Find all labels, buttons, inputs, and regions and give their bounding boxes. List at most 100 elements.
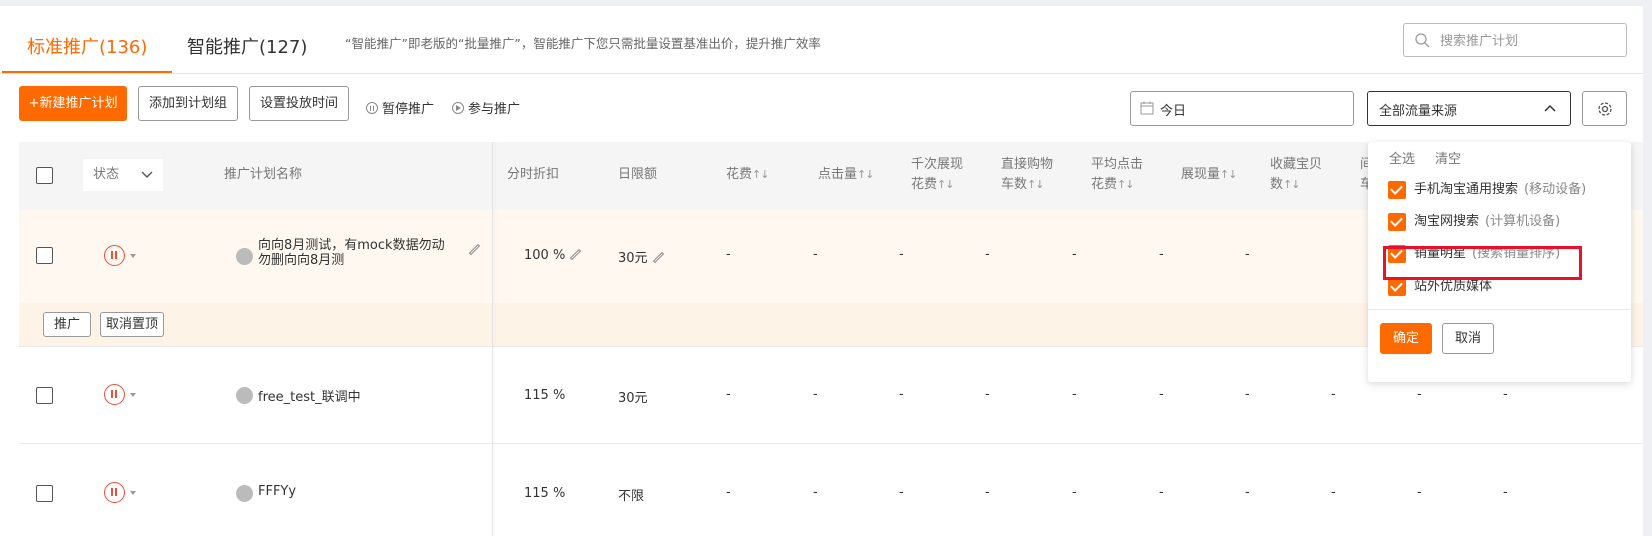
row-checkbox[interactable] xyxy=(36,247,53,264)
cart-cell: - xyxy=(985,387,990,402)
favorites-cell: - xyxy=(1245,485,1250,500)
cart-cell: - xyxy=(985,485,990,500)
cart-cell: - xyxy=(985,247,990,262)
paused-status-icon[interactable] xyxy=(104,482,125,503)
date-value: 今日 xyxy=(1160,104,1187,119)
pause-label: 暂停推广 xyxy=(382,102,435,117)
discount-header: 分时折扣 xyxy=(507,167,560,182)
clicks-cell: - xyxy=(813,485,818,500)
clear-link[interactable]: 清空 xyxy=(1435,148,1461,167)
row-checkbox[interactable] xyxy=(36,485,53,502)
new-plan-button[interactable]: +新建推广计划 xyxy=(19,86,127,121)
status-filter[interactable]: 状态 xyxy=(83,159,163,191)
status-header: 状态 xyxy=(93,167,120,182)
plan-type-icon xyxy=(236,248,253,265)
search-input[interactable] xyxy=(1438,30,1622,52)
clicks-cell: - xyxy=(813,387,818,402)
col12-cell: - xyxy=(1331,485,1336,500)
select-all-link[interactable]: 全选 xyxy=(1389,148,1415,167)
active-tab-indicator xyxy=(2,71,172,73)
caret-down-icon[interactable] xyxy=(130,491,136,495)
plan-name-header: 推广计划名称 xyxy=(224,167,303,182)
cost-cell: - xyxy=(726,387,731,402)
search-box[interactable] xyxy=(1403,23,1627,57)
gear-icon xyxy=(1598,102,1612,116)
favorites-cell: - xyxy=(1245,387,1250,402)
cpm-header[interactable]: 千次展现 花费↑↓ xyxy=(911,155,963,195)
plan-type-icon xyxy=(236,485,253,502)
cancel-button[interactable]: 取消 xyxy=(1442,323,1494,354)
play-circle-icon xyxy=(452,102,464,114)
traffic-source-value: 全部流量来源 xyxy=(1379,104,1458,119)
cpm-cell: - xyxy=(899,485,904,500)
join-label: 参与推广 xyxy=(468,102,521,117)
tab-standard[interactable]: 标准推广(136) xyxy=(27,33,147,59)
confirm-button[interactable]: 确定 xyxy=(1380,323,1432,354)
col13-cell: - xyxy=(1417,387,1422,402)
calendar-icon xyxy=(1140,101,1154,115)
impressions-cell: - xyxy=(1159,485,1164,500)
cost-header[interactable]: 花费↑↓ xyxy=(726,165,769,185)
edit-name-icon[interactable] xyxy=(468,244,480,256)
row-checkbox[interactable] xyxy=(36,387,53,404)
select-all-checkbox[interactable] xyxy=(36,167,53,184)
clicks-cell: - xyxy=(813,247,818,262)
chevron-down-icon xyxy=(141,171,153,178)
favorites-header[interactable]: 收藏宝贝 数↑↓ xyxy=(1270,155,1322,195)
daily-limit-cell: 不限 xyxy=(618,489,645,504)
set-time-button[interactable]: 设置投放时间 xyxy=(249,86,349,121)
caret-down-icon[interactable] xyxy=(130,393,136,397)
cpc-header[interactable]: 平均点击 花费↑↓ xyxy=(1091,155,1143,195)
chevron-up-icon xyxy=(1544,104,1556,112)
cpc-cell: - xyxy=(1072,247,1077,262)
clicks-header[interactable]: 点击量↑↓ xyxy=(818,165,874,185)
impressions-cell: - xyxy=(1159,387,1164,402)
discount-cell: 100 % xyxy=(524,248,581,263)
plan-name-link[interactable]: FFFYy xyxy=(258,484,296,499)
col13-cell: - xyxy=(1417,485,1422,500)
cpm-cell: - xyxy=(899,247,904,262)
impressions-cell: - xyxy=(1159,247,1164,262)
cart-header[interactable]: 直接购物 车数↑↓ xyxy=(1001,155,1053,195)
frozen-column-divider xyxy=(492,142,493,536)
plan-type-icon xyxy=(236,387,253,404)
cpc-cell: - xyxy=(1072,485,1077,500)
plan-name-link[interactable]: 向向8月测试，有mock数据勿动勿删向向8月测 xyxy=(258,238,453,268)
annotation-highlight-box xyxy=(1383,246,1582,280)
plan-name-link[interactable]: free_test_联调中 xyxy=(258,386,361,405)
cpm-cell: - xyxy=(899,387,904,402)
date-filter[interactable]: 今日 xyxy=(1130,91,1354,126)
col14-cell: - xyxy=(1503,387,1508,402)
join-promotion-button[interactable]: 参与推广 xyxy=(452,98,520,117)
dropdown-divider xyxy=(1368,309,1631,310)
paused-status-icon[interactable] xyxy=(104,245,125,266)
daily-limit-header: 日限额 xyxy=(618,167,658,182)
checkbox-checked[interactable] xyxy=(1388,213,1406,231)
favorites-cell: - xyxy=(1245,247,1250,262)
cost-cell: - xyxy=(726,485,731,500)
pause-circle-icon xyxy=(366,102,378,114)
caret-down-icon[interactable] xyxy=(130,254,136,258)
settings-button[interactable] xyxy=(1582,91,1627,126)
checkbox-checked[interactable] xyxy=(1388,278,1406,296)
unpin-button[interactable]: 取消置顶 xyxy=(100,312,164,337)
promote-button[interactable]: 推广 xyxy=(43,312,91,337)
table-row: FFFYy 115 % 不限 - - - - - - - - - - xyxy=(19,444,1643,536)
checkbox-checked[interactable] xyxy=(1388,181,1406,199)
paused-status-icon[interactable] xyxy=(104,384,125,405)
tab-bar: 标准推广(136) 智能推广(127) “智能推广”即老版的“批量推广”，智能推… xyxy=(0,6,1643,74)
discount-cell: 115 % xyxy=(524,388,566,403)
cpc-cell: - xyxy=(1072,387,1077,402)
add-to-group-button[interactable]: 添加到计划组 xyxy=(138,86,238,121)
daily-limit-cell: 30元 xyxy=(618,247,664,266)
search-icon xyxy=(1415,33,1430,48)
main-card: 标准推广(136) 智能推广(127) “智能推广”即老版的“批量推广”，智能推… xyxy=(0,6,1643,536)
tab-smart[interactable]: 智能推广(127) xyxy=(187,33,307,59)
edit-discount-icon[interactable] xyxy=(569,249,581,261)
col12-cell: - xyxy=(1331,387,1336,402)
smart-hint-text: “智能推广”即老版的“批量推广”，智能推广下您只需批量设置基准出价，提升推广效率 xyxy=(345,36,821,51)
pause-promotion-button[interactable]: 暂停推广 xyxy=(366,98,434,117)
edit-limit-icon[interactable] xyxy=(652,252,664,264)
impressions-header[interactable]: 展现量↑↓ xyxy=(1181,165,1237,185)
traffic-source-select[interactable]: 全部流量来源 xyxy=(1367,91,1571,126)
